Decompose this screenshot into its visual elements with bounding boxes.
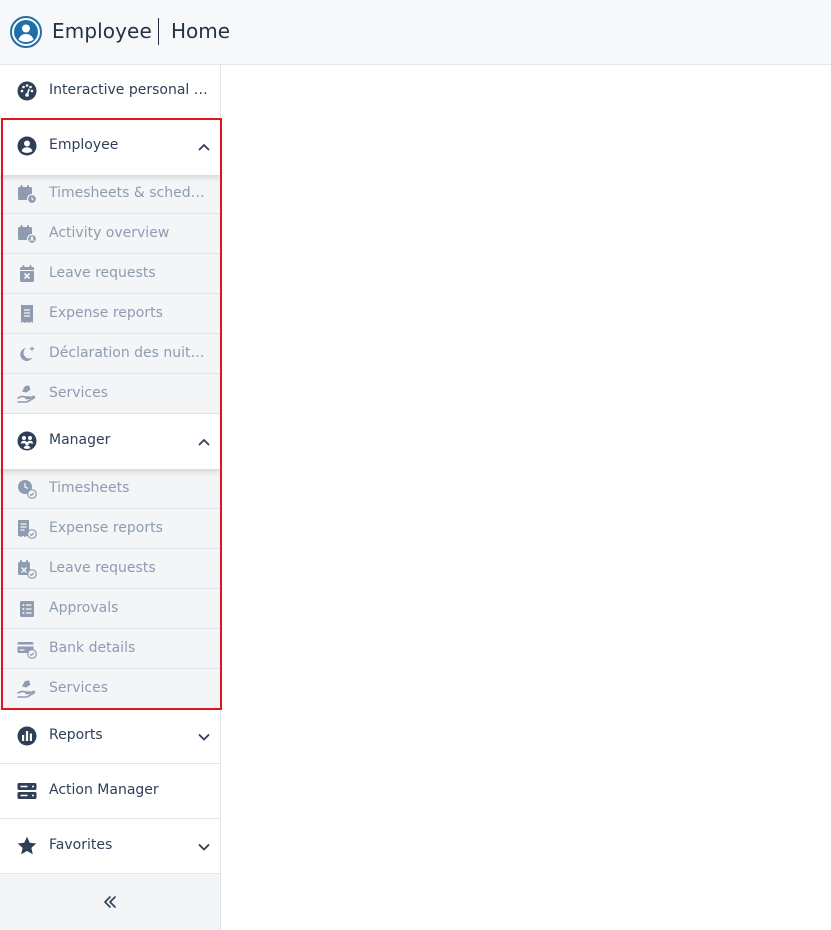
sidebar-item-label: Expense reports	[49, 305, 163, 321]
chart-circle-icon	[17, 726, 37, 746]
sidebar-item-label: Reports	[49, 727, 103, 743]
sidebar-collapse-bar	[0, 874, 220, 930]
sidebar-item-approvals[interactable]: Approvals	[0, 589, 220, 629]
sidebar-item-services[interactable]: Services	[0, 374, 220, 414]
sidebar-item-label: Leave requests	[49, 265, 156, 281]
sidebar-group-employee[interactable]: Employee	[0, 120, 220, 175]
checklist-icon	[20, 601, 34, 617]
chevron-down-icon[interactable]	[197, 730, 211, 744]
chevron-down-icon[interactable]	[197, 840, 211, 854]
sidebar-item-label: Activity overview	[49, 225, 170, 241]
sidebar: Interactive personal da... Employee Time…	[0, 65, 221, 930]
sidebar-item-action-manager[interactable]: Action Manager	[0, 764, 220, 819]
sidebar-item-manager-timesheets[interactable]: Timesheets	[0, 469, 220, 509]
sidebar-item-leave-requests[interactable]: Leave requests	[0, 254, 220, 294]
sidebar-item-declaration-nuitees[interactable]: Déclaration des nuitées...	[0, 334, 220, 374]
sidebar-item-label: Leave requests	[49, 560, 156, 576]
sidebar-group-label: Manager	[49, 432, 111, 448]
top-header: Employee Home	[0, 0, 831, 65]
receipt-icon	[21, 305, 33, 323]
sidebar-item-reports[interactable]: Reports	[0, 709, 220, 764]
sidebar-item-manager-services[interactable]: Services	[0, 669, 220, 709]
calendar-x-icon	[20, 265, 34, 282]
chevron-up-icon[interactable]	[197, 140, 211, 154]
sidebar-item-label: Déclaration des nuitées...	[49, 345, 213, 361]
sidebar-item-label: Action Manager	[49, 782, 159, 798]
calendar-clock-icon	[18, 185, 37, 204]
credit-card-check-icon	[17, 642, 37, 659]
sidebar-item-dashboard[interactable]: Interactive personal da...	[0, 65, 220, 120]
sidebar-item-label: Approvals	[49, 600, 119, 616]
app-title: Employee	[52, 19, 152, 43]
sidebar-group-label: Employee	[49, 137, 119, 153]
server-icon	[17, 783, 37, 799]
sidebar-item-label: Services	[49, 385, 109, 401]
sidebar-item-timesheets-schedules[interactable]: Timesheets & schedules	[0, 174, 220, 214]
calendar-user-icon	[18, 225, 37, 244]
sidebar-item-label: Services	[49, 680, 109, 696]
dashboard-gauge-icon	[17, 81, 37, 101]
user-circle-icon[interactable]	[10, 16, 42, 48]
sidebar-item-label: Favorites	[49, 837, 113, 853]
double-chevron-left-icon[interactable]	[101, 893, 119, 911]
receipt-check-icon	[18, 520, 37, 539]
star-icon	[17, 836, 37, 855]
sidebar-item-activity-overview[interactable]: Activity overview	[0, 214, 220, 254]
moon-star-icon	[20, 346, 35, 361]
clock-check-icon	[18, 480, 37, 499]
sidebar-item-label: Interactive personal da...	[49, 82, 213, 98]
sidebar-group-manager[interactable]: Manager	[0, 414, 220, 469]
sidebar-item-label: Timesheets & schedules	[49, 185, 213, 201]
sidebar-item-label: Expense reports	[49, 520, 163, 536]
sidebar-item-bank-details[interactable]: Bank details	[0, 629, 220, 669]
hand-service-icon	[17, 385, 36, 403]
sidebar-item-manager-expense-reports[interactable]: Expense reports	[0, 509, 220, 549]
user-circle-icon	[17, 136, 37, 156]
chevron-up-icon[interactable]	[197, 435, 211, 449]
calendar-x-check-icon	[18, 560, 37, 579]
sidebar-item-label: Timesheets	[49, 480, 130, 496]
sidebar-item-favorites[interactable]: Favorites	[0, 819, 220, 874]
sidebar-item-manager-leave-requests[interactable]: Leave requests	[0, 549, 220, 589]
page-title: Home	[171, 19, 231, 43]
hand-service-icon	[17, 680, 36, 698]
sidebar-item-expense-reports[interactable]: Expense reports	[0, 294, 220, 334]
title-divider	[158, 18, 159, 45]
sidebar-item-label: Bank details	[49, 640, 136, 656]
users-circle-icon	[17, 431, 37, 451]
